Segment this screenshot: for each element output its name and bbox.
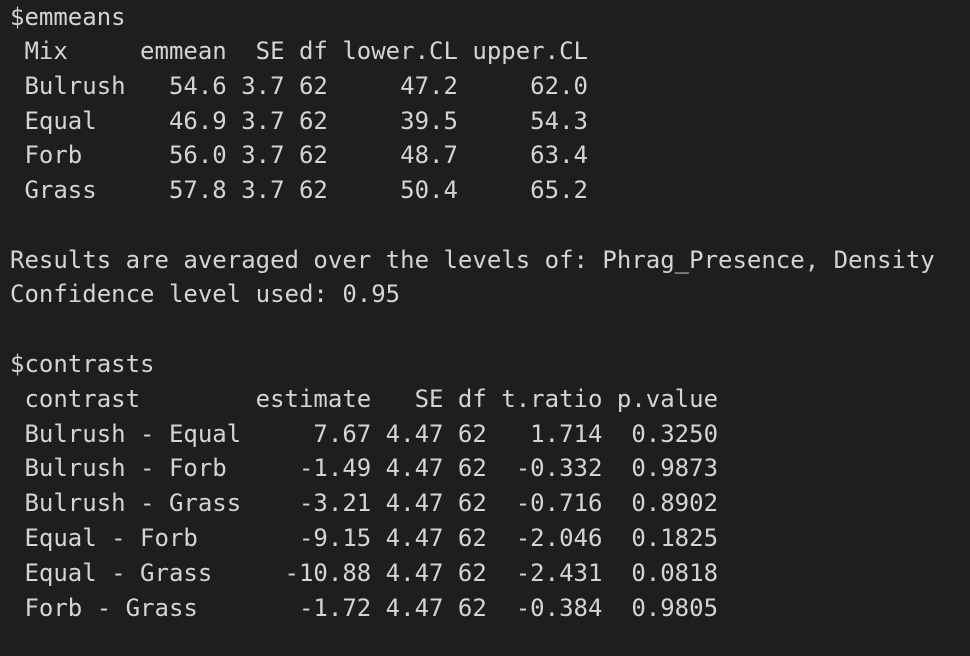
- contrast-row-bulrush-grass: Bulrush - Grass -3.21 4.47 62 -0.716 0.8…: [10, 489, 719, 517]
- emmeans-row-equal: Equal 46.9 3.7 62 39.5 54.3: [10, 107, 588, 135]
- emmeans-row-forb: Forb 56.0 3.7 62 48.7 63.4: [10, 141, 588, 169]
- confidence-level-note: Confidence level used: 0.95: [10, 280, 401, 308]
- contrast-row-equal-forb: Equal - Forb -9.15 4.47 62 -2.046 0.1825: [10, 524, 719, 552]
- emmeans-row-grass: Grass 57.8 3.7 62 50.4 65.2: [10, 176, 588, 204]
- contrast-row-bulrush-equal: Bulrush - Equal 7.67 4.47 62 1.714 0.325…: [10, 420, 719, 448]
- contrast-row-bulrush-forb: Bulrush - Forb -1.49 4.47 62 -0.332 0.98…: [10, 454, 719, 482]
- emmeans-row-bulrush: Bulrush 54.6 3.7 62 47.2 62.0: [10, 72, 588, 100]
- contrast-row-forb-grass: Forb - Grass -1.72 4.47 62 -0.384 0.9805: [10, 594, 719, 622]
- r-console-output: $emmeans Mix emmean SE df lower.CL upper…: [0, 0, 970, 656]
- averaging-note: Results are averaged over the levels of:…: [10, 246, 935, 274]
- contrasts-column-headers: contrast estimate SE df t.ratio p.value: [10, 385, 719, 413]
- contrast-row-equal-grass: Equal - Grass -10.88 4.47 62 -2.431 0.08…: [10, 559, 719, 587]
- contrasts-header: $contrasts: [10, 350, 155, 378]
- emmeans-header: $emmeans: [10, 3, 126, 31]
- emmeans-column-headers: Mix emmean SE df lower.CL upper.CL: [10, 37, 588, 65]
